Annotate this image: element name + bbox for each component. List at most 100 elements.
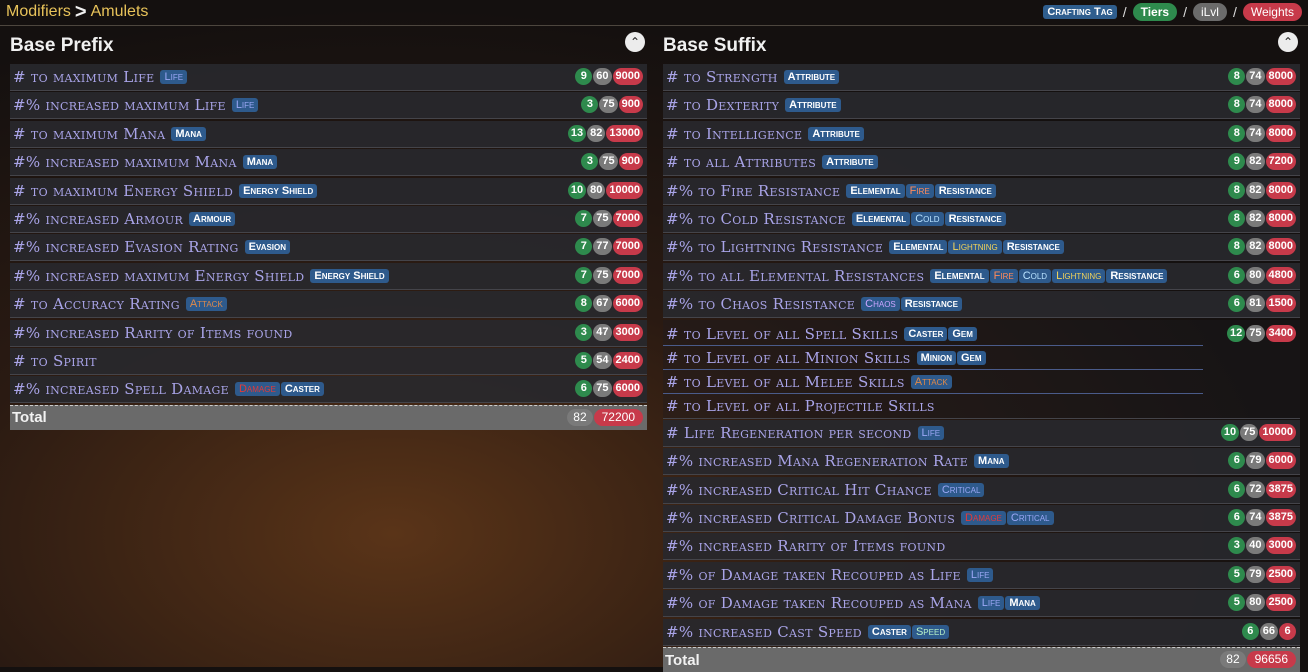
modifier-text: #% increased Critical Hit Chance <box>666 480 932 499</box>
modifier-row[interactable]: # to Strength Attribute 8 74 8000 <box>663 64 1300 91</box>
modifier-text: # to Dexterity <box>666 96 780 115</box>
collapse-icon[interactable]: ⌃ <box>625 32 645 52</box>
ilvl-value: 82 <box>1246 238 1265 256</box>
crafting-tag: Resistance <box>944 211 1006 226</box>
modifier-row[interactable]: #% to Chaos Resistance Chaos Resistance 6 81… <box>663 291 1300 319</box>
modifier-row[interactable]: #% increased Rarity of Items found 3 40 300… <box>663 533 1300 561</box>
stat-pills: 8 74 8000 <box>1228 68 1296 85</box>
modifier-row[interactable]: # to Spirit 5 54 2400 <box>10 347 647 375</box>
modifier-row[interactable]: # to Dexterity Attribute 8 74 8000 <box>663 92 1300 120</box>
modifier-row[interactable]: #% to Lightning Resistance Elemental Light… <box>663 234 1300 262</box>
modifier-text: #% to Lightning Resistance <box>666 238 884 257</box>
modifier-row[interactable]: #% increased Critical Damage Bonus Damage… <box>663 505 1300 533</box>
tag-list: Evasion <box>244 240 291 255</box>
stat-pills: 3 75 900 <box>581 153 643 171</box>
legend-crafting-tag: Crafting Tag <box>1043 5 1117 19</box>
crafting-tag: Resistance <box>900 297 962 312</box>
weight-value: 3400 <box>1265 324 1296 342</box>
tag-list: Elemental Fire Cold Lightning Resistance <box>930 268 1168 283</box>
tier-count: 5 <box>1228 565 1246 583</box>
ilvl-value: 60 <box>593 68 612 85</box>
modifier-row[interactable]: #% to Cold Resistance Elemental Cold Resist… <box>663 205 1300 233</box>
panel-title: Base Prefix <box>10 35 114 56</box>
ilvl-value: 79 <box>1246 452 1265 470</box>
modifier-row[interactable]: # to maximum Energy Shield Energy Shield 1… <box>10 177 647 205</box>
modifier-row[interactable]: #% to Fire Resistance Elemental Fire Resist… <box>663 177 1300 205</box>
modifier-row[interactable]: #% of Damage taken Recouped as Mana Life M… <box>663 590 1300 618</box>
stat-pills: 5 80 2500 <box>1228 594 1296 612</box>
tier-count: 8 <box>1228 124 1246 142</box>
weight-value: 8000 <box>1265 238 1296 256</box>
modifier-row[interactable]: #% of Damage taken Recouped as Life Life 5… <box>663 561 1300 589</box>
modifier-row[interactable]: #% increased maximum Life Life 3 75 900 <box>10 92 647 120</box>
ilvl-value: 80 <box>1246 266 1265 284</box>
modifier-row[interactable]: # to Accuracy Rating Attack 8 67 6000 <box>10 291 647 319</box>
modifier-text: # to maximum Life <box>13 68 155 86</box>
ilvl-value: 81 <box>1246 295 1265 313</box>
stat-pills: 10 80 10000 <box>567 181 643 199</box>
weight-value: 6000 <box>612 380 643 398</box>
modifier-row[interactable]: #% increased Evasion Rating Evasion 7 77 700… <box>10 234 647 262</box>
stat-pills: 13 82 13000 <box>567 124 643 142</box>
total-ilvl: 82 <box>1220 651 1246 669</box>
ilvl-value: 74 <box>1246 124 1265 142</box>
total-ilvl: 82 <box>567 408 593 426</box>
tier-count: 3 <box>581 96 599 114</box>
crafting-tag: Mana <box>974 454 1009 469</box>
modifier-row[interactable]: # to Level of all Projectile Skills <box>663 394 1300 418</box>
tier-count: 9 <box>1228 153 1246 171</box>
modifier-text: #% increased maximum Mana <box>13 153 237 172</box>
modifier-row[interactable]: #% to all Elemental Resistances Elemental… <box>663 262 1300 290</box>
stat-pills: 6 81 1500 <box>1228 295 1296 313</box>
modifier-row[interactable]: # to Level of all Spell Skills Caster Gem <box>663 322 1300 346</box>
stat-pills: 8 74 8000 <box>1228 96 1296 114</box>
crafting-tag: Attack <box>185 297 227 312</box>
stat-pills: 8 74 8000 <box>1228 124 1296 142</box>
collapse-icon[interactable]: ⌃ <box>1278 32 1298 52</box>
ilvl-value: 74 <box>1246 509 1265 527</box>
breadcrumb-current: Amulets <box>90 3 149 20</box>
chevron-right-icon: > <box>74 1 87 23</box>
modifier-row[interactable]: # to Intelligence Attribute 8 74 8000 <box>663 120 1300 148</box>
modifier-row[interactable]: # Life Regeneration per second Life 10 75 10… <box>663 419 1300 447</box>
modifier-row[interactable]: # to maximum Life Life 9 60 9000 <box>10 64 647 91</box>
modifier-row[interactable]: # to Level of all Minion Skills Minion Gem <box>663 346 1300 370</box>
modifier-row[interactable]: #% increased Armour Armour 7 75 7000 <box>10 205 647 233</box>
modifier-text: #% increased Cast Speed <box>666 622 862 641</box>
modifier-text: # to Level of all Spell Skills <box>666 324 899 343</box>
tier-count: 8 <box>1228 68 1246 85</box>
stat-pills: 7 75 7000 <box>575 209 643 227</box>
modifier-text: #% increased maximum Life <box>13 96 226 115</box>
modifier-row[interactable]: #% increased Mana Regeneration Rate Mana 6… <box>663 448 1300 476</box>
crafting-tag: Energy Shield <box>239 183 318 198</box>
modifier-row[interactable]: #% increased maximum Energy Shield Energy… <box>10 262 647 290</box>
base-prefix-panel: Base Prefix ⌃ # to maximum Life Life 9 60 90… <box>10 30 647 430</box>
stat-pills: 3 47 3000 <box>575 323 643 341</box>
tier-count: 13 <box>567 124 587 142</box>
modifier-text: #% of Damage taken Recouped as Life <box>666 565 961 584</box>
tier-count: 6 <box>1228 295 1246 313</box>
weight-value: 9000 <box>612 68 643 85</box>
weight-value: 10000 <box>606 181 643 199</box>
crafting-tag: Resistance <box>1002 240 1064 255</box>
tag-list: Critical <box>937 482 985 497</box>
legend-separator: / <box>1232 4 1237 20</box>
ilvl-value: 82 <box>1246 181 1265 199</box>
tag-list: Damage Critical <box>961 511 1054 526</box>
weight-value: 3000 <box>1265 537 1296 555</box>
modifier-row[interactable]: #% increased Cast Speed Caster Speed 6 66 6 <box>663 618 1300 646</box>
crafting-tag: Cold <box>911 211 944 226</box>
modifier-row[interactable]: #% increased Critical Hit Chance Critical… <box>663 476 1300 504</box>
ilvl-value: 67 <box>593 295 612 313</box>
modifier-row[interactable]: #% increased Rarity of Items found 3 47 300… <box>10 319 647 347</box>
modifier-row[interactable]: # to Level of all Melee Skills Attack <box>663 370 1300 394</box>
tag-list: Caster Gem <box>904 326 977 341</box>
modifier-text: #% increased Rarity of Items found <box>666 537 946 556</box>
tag-list: Attribute <box>785 98 841 113</box>
modifier-row[interactable]: # to all Attributes Attribute 9 82 7200 <box>663 149 1300 177</box>
modifier-row[interactable]: #% increased Spell Damage Damage Caster 6 75… <box>10 376 647 404</box>
modifier-row[interactable]: # to maximum Mana Mana 13 82 13000 <box>10 120 647 148</box>
breadcrumb-modifiers-link[interactable]: Modifiers <box>6 3 71 21</box>
modifier-row[interactable]: #% increased maximum Mana Mana 3 75 900 <box>10 149 647 177</box>
modifier-text: #% to Cold Resistance <box>666 209 846 228</box>
